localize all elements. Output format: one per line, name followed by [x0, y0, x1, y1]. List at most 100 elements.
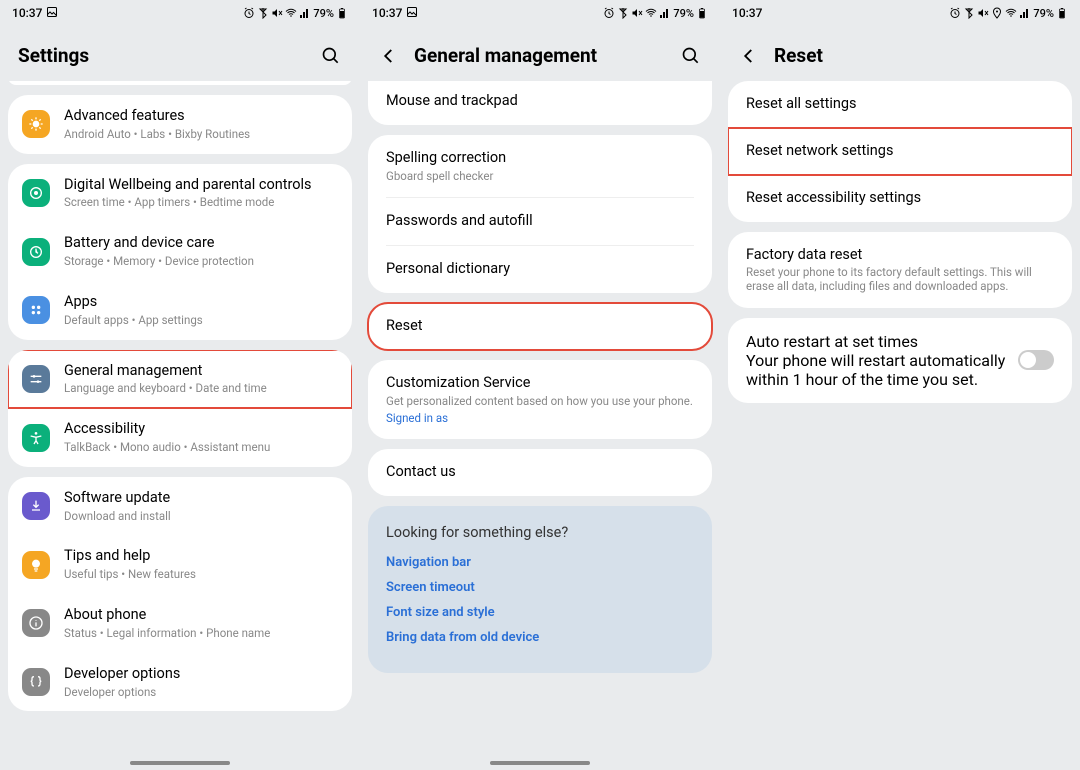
item-reset[interactable]: Reset — [368, 303, 712, 350]
item-title: Mouse and trackpad — [386, 92, 694, 111]
item-about[interactable]: About phone Status • Legal information • … — [8, 594, 352, 653]
settings-group: Customization Service Get personalized co… — [368, 360, 712, 439]
item-title: Auto restart at set times — [746, 332, 1008, 351]
wifi-icon — [645, 7, 657, 19]
back-button[interactable] — [378, 45, 400, 67]
item-title: Battery and device care — [64, 234, 338, 253]
item-sub: Status • Legal information • Phone name — [64, 627, 338, 641]
settings-group: Reset all settings Reset network setting… — [728, 81, 1072, 222]
item-link[interactable]: Signed in as — [386, 411, 694, 425]
item-reset-all[interactable]: Reset all settings — [728, 81, 1072, 128]
settings-group: General managementLanguage and keyboard … — [8, 350, 352, 467]
looking-link[interactable]: Bring data from old device — [386, 630, 694, 645]
item-title: Accessibility — [64, 420, 338, 439]
settings-group: Advanced featuresAndroid Auto • Labs • B… — [8, 95, 352, 154]
wifi-icon — [285, 7, 297, 19]
item-wellbeing[interactable]: Digital Wellbeing and parental controlsS… — [8, 164, 352, 223]
item-contact[interactable]: Contact us — [368, 449, 712, 496]
item-title: Personal dictionary — [386, 260, 694, 279]
looking-link[interactable]: Navigation bar — [386, 555, 694, 570]
item-sub: Storage • Memory • Device protection — [64, 255, 338, 269]
page-title: Settings — [18, 44, 89, 67]
battery-pct: 79% — [1033, 7, 1054, 20]
item-sub: Your phone will restart automatically wi… — [746, 351, 1008, 389]
item-dictionary[interactable]: Personal dictionary — [368, 246, 712, 293]
bluetooth-icon — [617, 7, 629, 19]
item-sub: Gboard spell checker — [386, 170, 694, 184]
item-software-update[interactable]: Software updateDownload and install — [8, 477, 352, 536]
looking-question: Looking for something else? — [386, 524, 694, 541]
looking-for-card: Looking for something else? Navigation b… — [368, 506, 712, 673]
item-apps[interactable]: AppsDefault apps • App settings — [8, 281, 352, 340]
search-button[interactable] — [320, 45, 342, 67]
item-developer[interactable]: Developer optionsDeveloper options — [8, 653, 352, 712]
page-title: Reset — [774, 44, 823, 67]
home-indicator[interactable] — [490, 761, 590, 765]
lightbulb-icon — [22, 551, 50, 579]
item-reset-network[interactable]: Reset network settings — [728, 128, 1072, 175]
toggle-auto-restart[interactable] — [1018, 350, 1054, 370]
location-icon — [991, 7, 1003, 19]
looking-link[interactable]: Screen timeout — [386, 580, 694, 595]
bluetooth-icon — [257, 7, 269, 19]
alarm-icon — [243, 7, 255, 19]
header: Reset — [720, 26, 1080, 81]
signal-icon — [659, 7, 671, 19]
item-title: General management — [64, 362, 338, 381]
status-bar: 10:37 79% — [720, 0, 1080, 26]
item-mouse[interactable]: Mouse and trackpad — [368, 81, 712, 125]
apps-icon — [22, 296, 50, 324]
item-title: Spelling correction — [386, 149, 694, 168]
item-sub: Get personalized content based on how yo… — [386, 395, 694, 409]
item-advanced-features[interactable]: Advanced featuresAndroid Auto • Labs • B… — [8, 95, 352, 154]
clock: 10:37 — [372, 6, 402, 20]
star-icon — [22, 110, 50, 138]
item-title: Factory data reset — [746, 246, 1054, 265]
home-indicator[interactable] — [130, 761, 230, 765]
item-title: Reset all settings — [746, 95, 1054, 114]
item-auto-restart[interactable]: Auto restart at set timesYour phone will… — [728, 318, 1072, 403]
item-passwords[interactable]: Passwords and autofill — [368, 198, 712, 245]
settings-group: Factory data resetReset your phone to it… — [728, 232, 1072, 308]
battery-pct: 79% — [673, 7, 694, 20]
sliders-icon — [22, 365, 50, 393]
item-title: Advanced features — [64, 107, 338, 126]
mute-icon — [631, 7, 643, 19]
item-sub: Language and keyboard • Date and time — [64, 382, 338, 396]
item-title: Contact us — [386, 463, 694, 482]
item-general-management[interactable]: General managementLanguage and keyboard … — [8, 350, 352, 409]
wellbeing-icon — [22, 179, 50, 207]
item-spelling[interactable]: Spelling correction Gboard spell checker — [368, 135, 712, 198]
settings-group: Digital Wellbeing and parental controlsS… — [8, 164, 352, 340]
settings-group: Spelling correctionGboard spell checker … — [368, 135, 712, 293]
item-sub: Screen time • App timers • Bedtime mode — [64, 196, 338, 210]
item-title: Customization Service — [386, 374, 694, 393]
settings-group: Auto restart at set timesYour phone will… — [728, 318, 1072, 403]
clock: 10:37 — [732, 6, 762, 20]
item-battery[interactable]: Battery and device care Storage • Memory … — [8, 222, 352, 281]
wifi-icon — [1005, 7, 1017, 19]
item-title: Reset network settings — [746, 142, 1054, 161]
item-customization[interactable]: Customization Service Get personalized co… — [368, 360, 712, 439]
download-icon — [22, 492, 50, 520]
braces-icon — [22, 668, 50, 696]
item-title: Reset — [386, 317, 694, 336]
signal-icon — [299, 7, 311, 19]
status-bar: 10:37 79% — [0, 0, 360, 26]
item-title: About phone — [64, 606, 338, 625]
search-button[interactable] — [680, 45, 702, 67]
battery-icon — [696, 7, 708, 19]
settings-group: Mouse and trackpad — [368, 81, 712, 125]
item-tips[interactable]: Tips and helpUseful tips • New features — [8, 535, 352, 594]
item-factory-reset[interactable]: Factory data resetReset your phone to it… — [728, 232, 1072, 308]
picture-icon — [406, 6, 418, 21]
item-sub: Default apps • App settings — [64, 314, 338, 328]
item-reset-accessibility[interactable]: Reset accessibility settings — [728, 175, 1072, 222]
mute-icon — [977, 7, 989, 19]
item-sub: Download and install — [64, 510, 338, 524]
back-button[interactable] — [738, 45, 760, 67]
item-accessibility[interactable]: AccessibilityTalkBack • Mono audio • Ass… — [8, 408, 352, 467]
item-title: Reset accessibility settings — [746, 189, 1054, 208]
looking-link[interactable]: Font size and style — [386, 605, 694, 620]
item-title: Passwords and autofill — [386, 212, 694, 231]
